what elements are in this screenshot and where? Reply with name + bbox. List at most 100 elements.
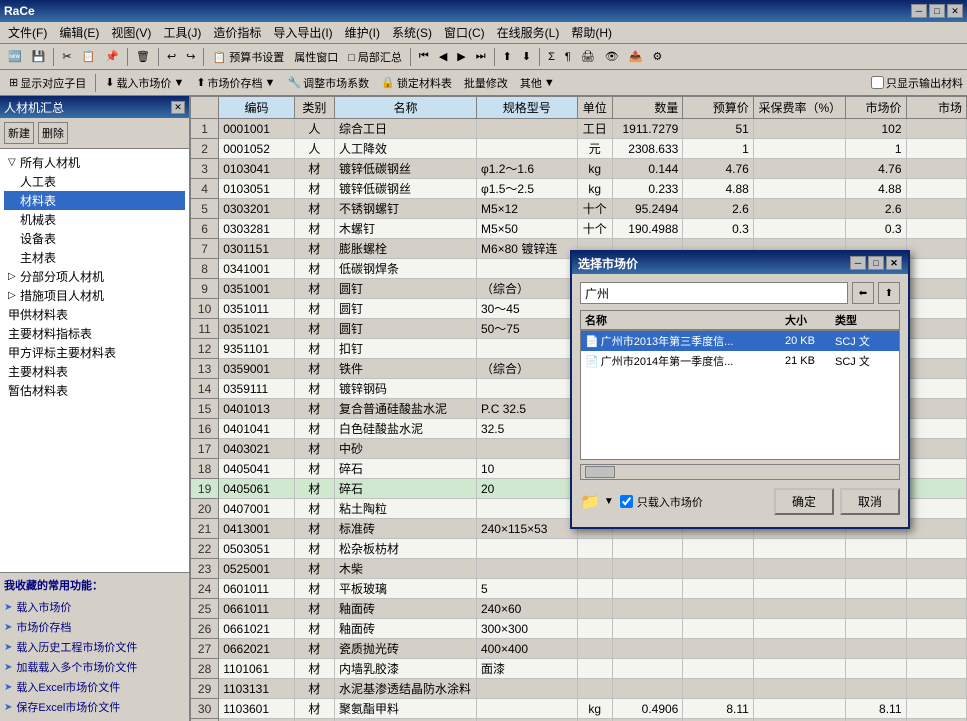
minimize-button[interactable]: ─: [911, 4, 927, 18]
tree-item-eval[interactable]: 甲方评标主要材料表: [4, 343, 185, 362]
fav-item-5[interactable]: ➤ 保存Excel市场价文件: [4, 697, 185, 717]
tree-item-labor[interactable]: 人工表: [4, 172, 185, 191]
dropdown-arrow2[interactable]: ▼: [604, 496, 614, 507]
table-row[interactable]: 30103041材镀锌低碳钢丝φ1.2～1.6kg0.1444.764.76: [191, 159, 967, 179]
show-output-only-checkbox[interactable]: [871, 76, 884, 89]
menu-window[interactable]: 窗口(C): [438, 22, 491, 43]
toolbar-format2[interactable]: ¶: [561, 46, 575, 68]
toolbar-settings2[interactable]: ⚙: [648, 46, 666, 68]
file-list-item[interactable]: 📄广州市2013年第三季度信...20 KBSCJ 文: [581, 331, 899, 351]
toolbar-export[interactable]: 📤: [625, 46, 647, 68]
col-header-unit[interactable]: 单位: [577, 97, 612, 119]
tree-item-equipment[interactable]: 设备表: [4, 229, 185, 248]
menu-import-export[interactable]: 导入导出(I): [267, 22, 338, 43]
cancel-button[interactable]: 取消: [840, 488, 900, 515]
menu-file[interactable]: 文件(F): [2, 22, 53, 43]
load-market-price-btn[interactable]: ⬇ 载入市场价 ▼: [100, 72, 189, 94]
panel-close-button[interactable]: ✕: [171, 101, 185, 114]
menu-help[interactable]: 帮助(H): [565, 22, 618, 43]
table-row[interactable]: 250661011材釉面砖240×60: [191, 599, 967, 619]
close-button[interactable]: ✕: [947, 4, 963, 18]
table-row[interactable]: 60303281材木螺钉M5×50十个190.49880.30.3: [191, 219, 967, 239]
toolbar-redo[interactable]: ↪: [182, 46, 199, 68]
delete-button[interactable]: 删除: [38, 122, 68, 144]
lock-material-btn[interactable]: 🔒 锁定材料表: [376, 72, 457, 94]
toolbar-last[interactable]: ⏭: [472, 46, 490, 68]
col-header-qty[interactable]: 数量: [612, 97, 682, 119]
menu-indicator[interactable]: 造价指标: [207, 22, 267, 43]
file-list-item[interactable]: 📄广州市2014年第一季度信...21 KBSCJ 文: [581, 351, 899, 371]
other-btn[interactable]: 其他 ▼: [515, 72, 560, 94]
col-header-type[interactable]: 类别: [294, 97, 334, 119]
col-header-budget[interactable]: 预算价: [683, 97, 753, 119]
new-button[interactable]: 新建: [4, 122, 34, 144]
table-row[interactable]: 10001001人综合工日工日1911.727951102: [191, 119, 967, 139]
toolbar-property[interactable]: 属性窗口: [290, 46, 342, 68]
toolbar-cut[interactable]: ✂: [58, 46, 75, 68]
batch-modify-btn[interactable]: 批量修改: [459, 72, 513, 94]
tree-item-measure[interactable]: ▷ 措施项目人材机: [4, 286, 185, 305]
toolbar-print[interactable]: 🖨: [577, 46, 599, 68]
fav-item-3[interactable]: ➤ 加载载入多个市场价文件: [4, 657, 185, 677]
dialog-close[interactable]: ✕: [886, 256, 902, 270]
tree-item-all[interactable]: ▽ 所有人材机: [4, 153, 185, 172]
tree-item-subitem[interactable]: ▷ 分部分项人材机: [4, 267, 185, 286]
tree-item-estimate[interactable]: 暂估材料表: [4, 381, 185, 400]
dialog-scrollbar[interactable]: [580, 464, 900, 480]
menu-view[interactable]: 视图(V): [105, 22, 157, 43]
location-input[interactable]: [580, 282, 848, 304]
menu-system[interactable]: 系统(S): [386, 22, 438, 43]
toolbar-paste[interactable]: 📌: [101, 46, 123, 68]
fav-item-4[interactable]: ➤ 载入Excel市场价文件: [4, 677, 185, 697]
table-row[interactable]: 240601011材平板玻璃5: [191, 579, 967, 599]
tree-item-supplied[interactable]: 甲供材料表: [4, 305, 185, 324]
tree-item-main-index[interactable]: 主要材料指标表: [4, 324, 185, 343]
file-list[interactable]: 📄广州市2013年第三季度信...20 KBSCJ 文📄广州市2014年第一季度…: [580, 330, 900, 460]
table-row[interactable]: 291103131材水泥基渗透结晶防水涂料: [191, 679, 967, 699]
menu-online[interactable]: 在线服务(L): [491, 22, 566, 43]
dialog-maximize[interactable]: □: [868, 256, 884, 270]
tree-item-main-mat[interactable]: 主要材料表: [4, 362, 185, 381]
ok-button[interactable]: 确定: [774, 488, 834, 515]
market-archive-btn[interactable]: ⬆ 市场价存档 ▼: [191, 72, 280, 94]
col-header-market[interactable]: 市场价: [846, 97, 906, 119]
toolbar-up[interactable]: ⬆: [499, 46, 516, 68]
tree-item-main-material[interactable]: 主材表: [4, 248, 185, 267]
fav-item-1[interactable]: ➤ 市场价存档: [4, 617, 185, 637]
menu-maintain[interactable]: 维护(I): [339, 22, 386, 43]
toolbar-next[interactable]: ▶: [453, 46, 469, 68]
toolbar-local-summary[interactable]: □ 局部汇总: [344, 46, 406, 68]
dialog-minimize[interactable]: ─: [850, 256, 866, 270]
adjust-market-coeff-btn[interactable]: 🔧 调整市场系数: [282, 72, 374, 94]
toolbar-format1[interactable]: Σ: [544, 46, 559, 68]
toolbar-new[interactable]: 🆕: [4, 46, 26, 68]
toolbar-budget-settings[interactable]: 📋 预算书设置: [208, 46, 288, 68]
table-row[interactable]: 50303201材不锈钢螺钉M5×12十个95.24942.62.6: [191, 199, 967, 219]
toolbar-preview[interactable]: 👁: [601, 46, 623, 68]
col-header-spec[interactable]: 规格型号: [476, 97, 577, 119]
toolbar-first[interactable]: ⏮: [415, 46, 433, 68]
nav-back-btn[interactable]: ⬅: [852, 282, 874, 304]
table-row[interactable]: 301103601材聚氨酯甲料kg0.49068.118.11: [191, 699, 967, 719]
col-header-market2[interactable]: 市场: [906, 97, 966, 119]
nav-up-btn[interactable]: ⬆: [878, 282, 900, 304]
load-market-only-checkbox[interactable]: [620, 495, 633, 508]
show-corresponding-btn[interactable]: ⊞ 显示对应子目: [4, 72, 91, 94]
fav-item-0[interactable]: ➤ 载入市场价: [4, 597, 185, 617]
toolbar-delete[interactable]: 🗑: [132, 46, 154, 68]
col-header-name[interactable]: 名称: [334, 97, 476, 119]
toolbar-prev[interactable]: ◀: [435, 46, 451, 68]
table-row[interactable]: 270662021材瓷质抛光砖400×400: [191, 639, 967, 659]
tree-item-material[interactable]: 材料表: [4, 191, 185, 210]
col-header-code[interactable]: 编码: [219, 97, 295, 119]
table-row[interactable]: 260661021材釉面砖300×300: [191, 619, 967, 639]
fav-item-2[interactable]: ➤ 载入历史工程市场价文件: [4, 637, 185, 657]
tree-item-machinery[interactable]: 机械表: [4, 210, 185, 229]
toolbar-save[interactable]: 💾: [28, 46, 50, 68]
table-row[interactable]: 40103051材镀锌低碳钢丝φ1.5～2.5kg0.2334.884.88: [191, 179, 967, 199]
toolbar-copy[interactable]: 📋: [78, 46, 100, 68]
table-row[interactable]: 281101061材内墙乳胶漆面漆: [191, 659, 967, 679]
table-row[interactable]: 20001052人人工降效元2308.63311: [191, 139, 967, 159]
col-header-rate[interactable]: 采保费率（%）: [753, 97, 845, 119]
maximize-button[interactable]: □: [929, 4, 945, 18]
